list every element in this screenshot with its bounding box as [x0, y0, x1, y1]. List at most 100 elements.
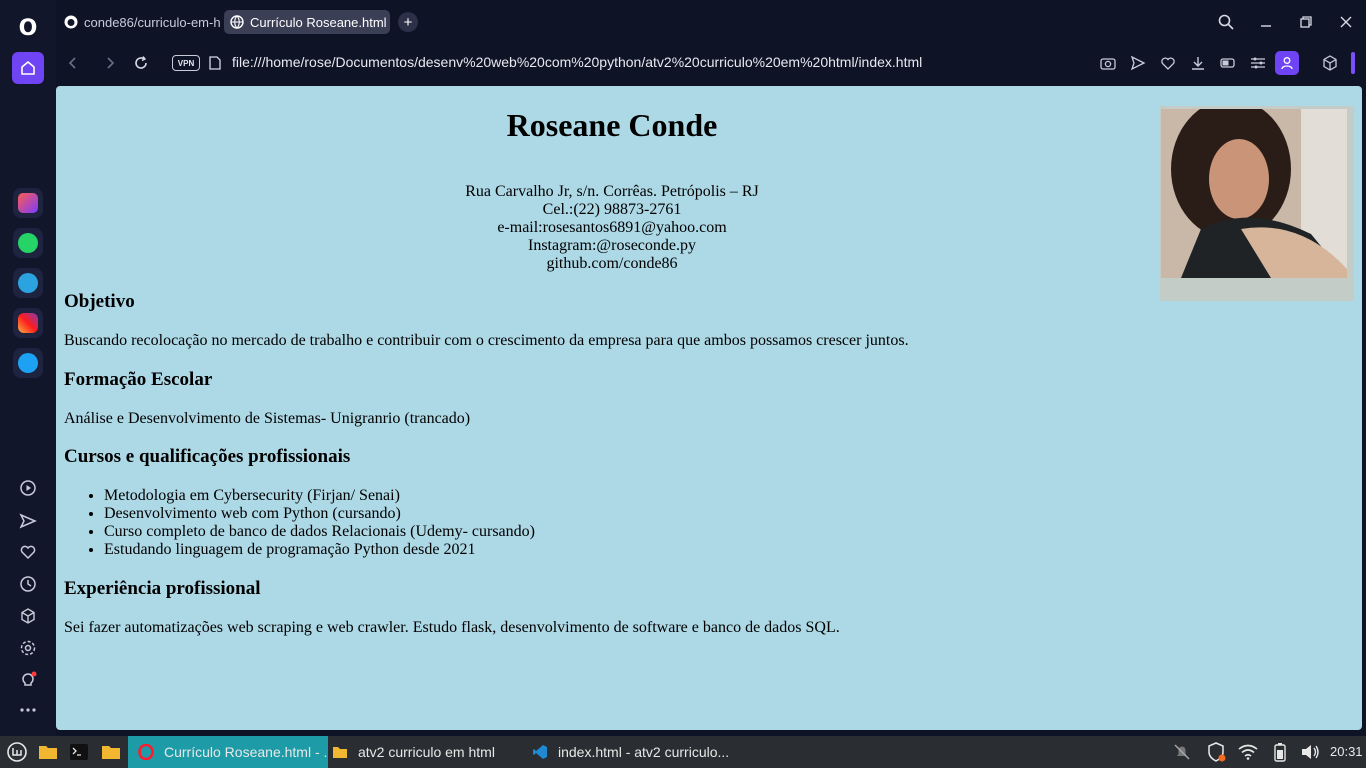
home-button[interactable]	[12, 52, 44, 84]
file-icon	[209, 56, 221, 70]
battery-icon	[1274, 743, 1286, 762]
twitter-app-button[interactable]	[13, 348, 43, 378]
player-button[interactable]	[16, 476, 40, 500]
taskbar-item-folder[interactable]: atv2 curriculo em html	[322, 736, 512, 768]
minimize-button[interactable]	[1254, 10, 1278, 34]
experience-heading: Experiência profissional	[64, 578, 261, 599]
close-icon	[1340, 16, 1352, 28]
chevron-right-icon	[107, 57, 115, 69]
reload-button[interactable]	[130, 52, 152, 74]
sliders-icon	[1251, 57, 1265, 69]
instagram-icon	[18, 313, 38, 333]
bookmark-button[interactable]	[1158, 53, 1178, 73]
telegram-icon	[18, 273, 38, 293]
restore-button[interactable]	[1294, 10, 1318, 34]
contact-email: e-mail:rosesantos6891@yahoo.com	[497, 219, 727, 236]
tab-curriculo[interactable]: Currículo Roseane.html	[224, 10, 390, 34]
files-launcher[interactable]	[37, 741, 59, 763]
camera-icon	[1100, 58, 1116, 70]
extensions-button[interactable]	[16, 604, 40, 628]
send-button[interactable]	[16, 509, 40, 533]
folder-icon	[39, 746, 57, 759]
vpn-badge[interactable]: VPN	[172, 55, 200, 71]
contact-address: Rua Carvalho Jr, s/n. Corrêas. Petrópoli…	[465, 183, 759, 200]
contact-github: github.com/conde86	[546, 255, 678, 272]
taskbar-item-label: Currículo Roseane.html - ...	[164, 744, 328, 760]
notifications-tray[interactable]	[1171, 741, 1193, 763]
list-item: Metodologia em Cybersecurity (Firjan/ Se…	[104, 487, 535, 505]
contact-instagram: Instagram:@roseconde.py	[527, 237, 696, 254]
search-icon	[1218, 14, 1234, 30]
aria-app-button[interactable]	[13, 188, 43, 218]
volume-tray[interactable]	[1299, 741, 1321, 763]
globe-icon	[230, 15, 244, 29]
terminal-launcher[interactable]	[68, 741, 90, 763]
list-item: Estudando linguagem de programação Pytho…	[104, 541, 535, 559]
taskbar-item-label: index.html - atv2 curriculo...	[558, 744, 730, 760]
courses-list: Metodologia em Cybersecurity (Firjan/ Se…	[104, 487, 535, 559]
forward-button[interactable]	[99, 52, 121, 74]
easy-setup-button[interactable]	[1248, 53, 1268, 73]
education-heading: Formação Escolar	[64, 369, 213, 390]
whatsapp-app-button[interactable]	[13, 228, 43, 258]
objective-heading: Objetivo	[64, 291, 135, 312]
downloads-button[interactable]	[1188, 53, 1208, 73]
aria-icon	[18, 193, 38, 213]
home-icon	[21, 60, 35, 75]
wifi-icon	[1238, 744, 1258, 760]
linux-mint-icon	[7, 742, 27, 762]
tab-label: conde86/curriculo-em-h	[84, 14, 220, 30]
lightbulb-icon	[22, 671, 37, 686]
heart-icon	[1161, 57, 1175, 70]
start-menu-button[interactable]	[6, 741, 28, 763]
instagram-app-button[interactable]	[13, 308, 43, 338]
send-icon	[1130, 55, 1146, 71]
profile-button[interactable]	[1275, 51, 1299, 75]
user-icon	[1281, 57, 1293, 70]
network-tray[interactable]	[1237, 741, 1259, 763]
new-tab-button[interactable]: +	[398, 12, 418, 32]
page-viewport: Roseane Conde Rua Carvalho Jr, s/n. Corr…	[56, 86, 1362, 730]
taskbar-clock[interactable]: 20:31	[1330, 744, 1363, 759]
tab-github[interactable]: conde86/curriculo-em-h	[58, 10, 220, 34]
close-window-button[interactable]	[1334, 10, 1358, 34]
sidebar-toggle[interactable]	[1351, 52, 1355, 74]
more-icon	[20, 708, 36, 712]
shield-icon	[1208, 742, 1226, 762]
battery-icon	[1220, 58, 1235, 68]
terminal-icon	[70, 744, 88, 760]
back-button[interactable]	[62, 52, 84, 74]
history-icon	[20, 576, 36, 592]
cube-icon	[1323, 55, 1337, 71]
tab-label: Currículo Roseane.html	[250, 14, 387, 30]
telegram-app-button[interactable]	[13, 268, 43, 298]
extensions-toolbar-button[interactable]	[1320, 53, 1340, 73]
settings-button[interactable]	[16, 636, 40, 660]
education-text: Análise e Desenvolvimento de Sistemas- U…	[64, 410, 471, 427]
page-info-button[interactable]	[204, 52, 226, 74]
send-page-button[interactable]	[1128, 53, 1148, 73]
more-button[interactable]	[16, 698, 40, 722]
heart-icon	[20, 545, 36, 560]
opera-icon	[138, 744, 154, 760]
favorites-button[interactable]	[16, 540, 40, 564]
folder-icon	[333, 747, 347, 758]
battery-tray[interactable]	[1269, 741, 1291, 763]
snapshot-button[interactable]	[1098, 53, 1118, 73]
taskbar-item-vscode[interactable]: index.html - atv2 curriculo...	[522, 736, 732, 768]
files-launcher-2[interactable]	[100, 741, 122, 763]
settings-icon	[20, 640, 36, 656]
url-field[interactable]: file:///home/rose/Documentos/desenv%20we…	[232, 54, 922, 70]
battery-saver-button[interactable]	[1218, 53, 1238, 73]
history-button[interactable]	[16, 572, 40, 596]
taskbar-item-opera[interactable]: Currículo Roseane.html - ...	[128, 736, 328, 768]
opera-logo[interactable]: O	[11, 12, 45, 44]
search-tabs-button[interactable]	[1214, 10, 1238, 34]
tab-bar: conde86/curriculo-em-h Currículo Roseane…	[56, 0, 1366, 44]
experience-text: Sei fazer automatizações web scraping e …	[64, 619, 840, 636]
volume-icon	[1302, 745, 1319, 759]
tips-button[interactable]	[16, 668, 40, 692]
contact-block: Rua Carvalho Jr, s/n. Corrêas. Petrópoli…	[56, 183, 1168, 273]
update-manager-tray[interactable]	[1205, 741, 1227, 763]
contact-phone: Cel.:(22) 98873-2761	[542, 201, 682, 218]
